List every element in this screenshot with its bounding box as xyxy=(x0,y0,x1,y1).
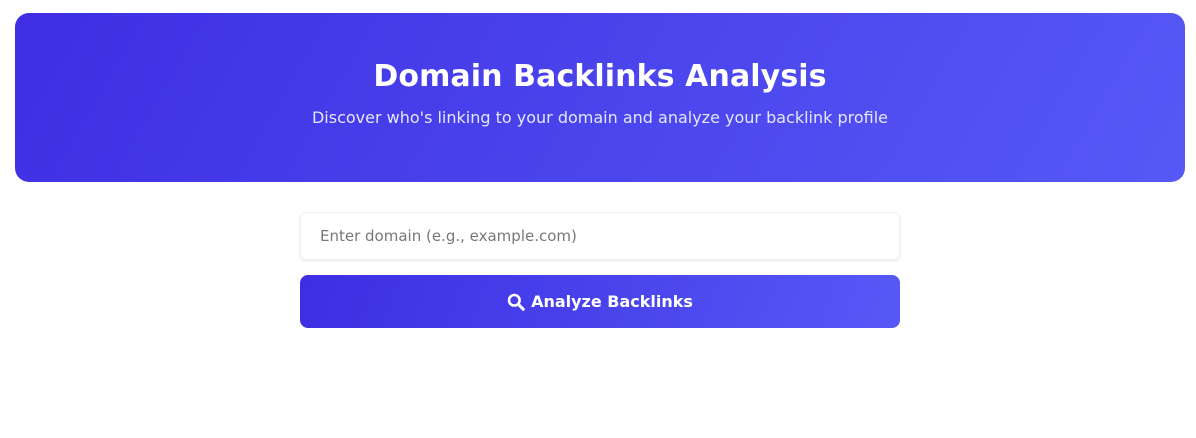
domain-input[interactable] xyxy=(300,212,900,260)
domain-search-form: Analyze Backlinks xyxy=(300,212,900,328)
search-icon xyxy=(507,293,525,311)
analyze-button-label: Analyze Backlinks xyxy=(531,292,693,311)
hero-banner: Domain Backlinks Analysis Discover who's… xyxy=(15,13,1185,182)
page-subtitle: Discover who's linking to your domain an… xyxy=(311,108,889,127)
analyze-backlinks-button[interactable]: Analyze Backlinks xyxy=(300,275,900,328)
page-title: Domain Backlinks Analysis xyxy=(373,59,827,94)
